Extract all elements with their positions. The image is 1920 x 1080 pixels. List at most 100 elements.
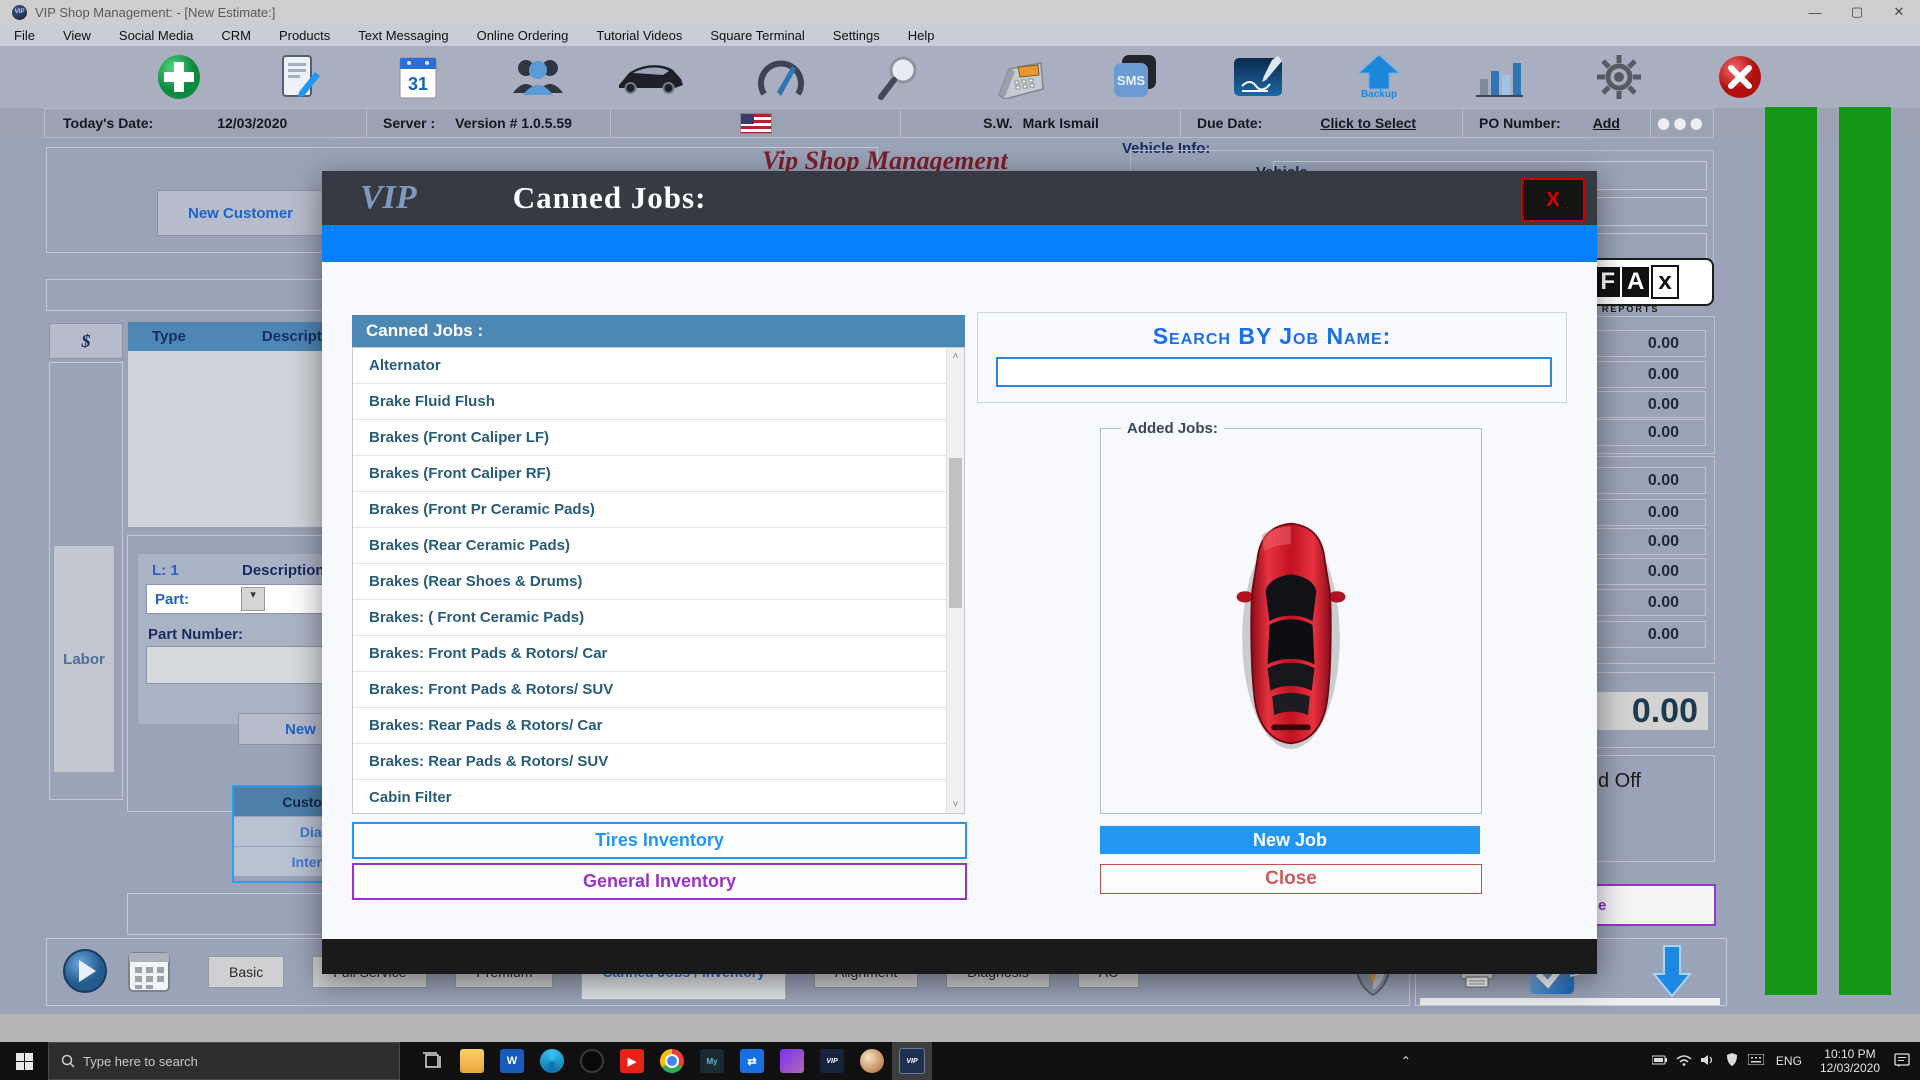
canned-job-item[interactable]: Brakes (Front Caliper LF): [353, 420, 947, 456]
menu-item[interactable]: Social Media: [105, 28, 207, 43]
service-tab[interactable]: Basic: [208, 956, 285, 988]
canned-job-item[interactable]: Brakes: Rear Pads & Rotors/ Car: [353, 708, 947, 744]
description-label: Description: [242, 562, 325, 579]
photos-icon[interactable]: [772, 1042, 812, 1080]
svg-text:31: 31: [408, 74, 428, 94]
battery-icon[interactable]: [1648, 1054, 1672, 1068]
customers-icon[interactable]: [510, 53, 566, 101]
menu-item[interactable]: Help: [894, 28, 949, 43]
paint-icon[interactable]: [852, 1042, 892, 1080]
teamviewer-icon[interactable]: ⇄: [732, 1042, 772, 1080]
dashboard-gauge-icon[interactable]: [753, 53, 809, 101]
canned-job-item[interactable]: Brakes (Front Caliper RF): [353, 456, 947, 492]
maximize-button[interactable]: ▢: [1836, 0, 1878, 24]
touch-keyboard-icon[interactable]: [1744, 1053, 1768, 1068]
vip-logo: VIP: [360, 179, 417, 216]
notification-icon[interactable]: [1890, 1052, 1914, 1070]
window-title: VIP Shop Management: - [New Estimate:]: [35, 4, 276, 20]
version-value: Version # 1.0.5.59: [455, 115, 572, 131]
calendar-icon[interactable]: 31: [390, 53, 446, 101]
settings-gear-icon[interactable]: [1591, 53, 1647, 101]
canned-job-item[interactable]: Brakes (Rear Ceramic Pads): [353, 528, 947, 564]
menu-bar: File View Social Media CRM Products Text Mess…: [0, 24, 1920, 46]
menu-item[interactable]: Tutorial Videos: [582, 28, 696, 43]
menu-item[interactable]: Square Terminal: [696, 28, 818, 43]
part-dropdown-arrow[interactable]: ▾: [241, 587, 266, 611]
new-job-button[interactable]: New Job: [1100, 826, 1480, 854]
dialog-close-button[interactable]: X: [1521, 178, 1585, 222]
explorer-icon[interactable]: [452, 1042, 492, 1080]
word-icon[interactable]: W: [492, 1042, 532, 1080]
chrome-icon[interactable]: [652, 1042, 692, 1080]
clock[interactable]: 10:10 PM 12/03/2020: [1820, 1047, 1880, 1075]
tires-inventory-button[interactable]: Tires Inventory: [352, 822, 967, 859]
start-button[interactable]: [0, 1042, 48, 1080]
dollar-button[interactable]: $: [49, 323, 123, 359]
canned-job-item[interactable]: Cabin Filter: [353, 780, 947, 813]
language-indicator[interactable]: ENG: [1776, 1054, 1802, 1068]
vehicles-icon[interactable]: [619, 53, 683, 101]
menu-item[interactable]: Settings: [819, 28, 894, 43]
canned-job-item[interactable]: Brake Fluid Flush: [353, 384, 947, 420]
youtube-icon[interactable]: ▶: [612, 1042, 652, 1080]
menu-item[interactable]: View: [49, 28, 105, 43]
more-options-button[interactable]: ⬤⬤⬤: [1658, 117, 1707, 130]
due-date-link[interactable]: Click to Select: [1320, 115, 1416, 131]
canned-job-item[interactable]: Brakes: Front Pads & Rotors/ SUV: [353, 672, 947, 708]
new-customer-button[interactable]: New Customer: [157, 190, 324, 236]
sms-label: SMS: [1117, 73, 1146, 88]
canned-job-item[interactable]: Brakes (Rear Shoes & Drums): [353, 564, 947, 600]
menu-item[interactable]: CRM: [207, 28, 265, 43]
labor-button[interactable]: Labor: [53, 545, 115, 773]
canned-job-item[interactable]: Brakes: Front Pads & Rotors/ Car: [353, 636, 947, 672]
info-bar: Today's Date: 12/03/2020 Server : Versio…: [0, 108, 1920, 138]
general-inventory-button[interactable]: General Inventory: [352, 863, 967, 900]
volume-icon[interactable]: [1696, 1054, 1720, 1069]
title-bar: VIP VIP Shop Management: - [New Estimate…: [0, 0, 1920, 24]
edit-estimate-icon[interactable]: [271, 53, 327, 101]
canned-job-item[interactable]: Brakes: ( Front Ceramic Pads): [353, 600, 947, 636]
scrollbar-thumb[interactable]: [949, 458, 962, 608]
play-button[interactable]: [62, 948, 108, 999]
edge-icon[interactable]: [532, 1042, 572, 1080]
fax-icon[interactable]: [992, 53, 1048, 101]
red-car-image: [1230, 513, 1352, 760]
search-icon[interactable]: [871, 53, 927, 101]
canned-job-item[interactable]: Brakes: Rear Pads & Rotors/ SUV: [353, 744, 947, 780]
reports-chart-icon[interactable]: [1471, 53, 1527, 101]
job-search-input[interactable]: [996, 357, 1552, 387]
obs-icon[interactable]: [572, 1042, 612, 1080]
menu-item[interactable]: Text Messaging: [344, 28, 462, 43]
menu-item[interactable]: Online Ordering: [463, 28, 583, 43]
download-arrow-icon[interactable]: [1651, 944, 1693, 1003]
signature-icon[interactable]: [1230, 53, 1286, 101]
schedule-calendar-icon[interactable]: [126, 948, 172, 999]
vip-active-icon[interactable]: VIP: [892, 1042, 932, 1080]
canned-job-item[interactable]: Brakes (Front Pr Ceramic Pads): [353, 492, 947, 528]
backup-icon[interactable]: Backup: [1351, 53, 1407, 101]
sms-icon[interactable]: SMS: [1107, 53, 1163, 101]
minimize-button[interactable]: —: [1794, 0, 1836, 24]
security-shield-icon[interactable]: [1720, 1053, 1744, 1069]
vip-icon[interactable]: VIP: [812, 1042, 852, 1080]
scroll-down-icon[interactable]: ˅: [947, 796, 964, 813]
added-jobs-group: Added Jobs:: [1100, 420, 1482, 814]
menu-item[interactable]: Products: [265, 28, 344, 43]
modal-close-action-button[interactable]: Close: [1100, 864, 1482, 894]
list-scrollbar[interactable]: ˄ ˅: [946, 348, 964, 813]
carfax-f: F: [1595, 267, 1620, 297]
wifi-icon[interactable]: [1672, 1054, 1696, 1069]
exit-icon[interactable]: [1712, 53, 1768, 101]
close-button[interactable]: ✕: [1878, 0, 1920, 24]
po-add-link[interactable]: Add: [1593, 115, 1620, 131]
scroll-up-icon[interactable]: ˄: [947, 348, 964, 365]
mysql-icon[interactable]: My: [692, 1042, 732, 1080]
tray-chevron-icon[interactable]: ⌃: [1394, 1054, 1418, 1068]
dialog-title: Canned Jobs:: [512, 180, 707, 215]
signed-off-label: d Off: [1598, 770, 1641, 792]
task-view-icon[interactable]: [412, 1042, 452, 1080]
canned-job-item[interactable]: Alternator: [353, 348, 947, 384]
new-estimate-icon[interactable]: [151, 53, 207, 101]
menu-item[interactable]: File: [0, 28, 49, 43]
taskbar-search[interactable]: Type here to search: [48, 1042, 400, 1080]
